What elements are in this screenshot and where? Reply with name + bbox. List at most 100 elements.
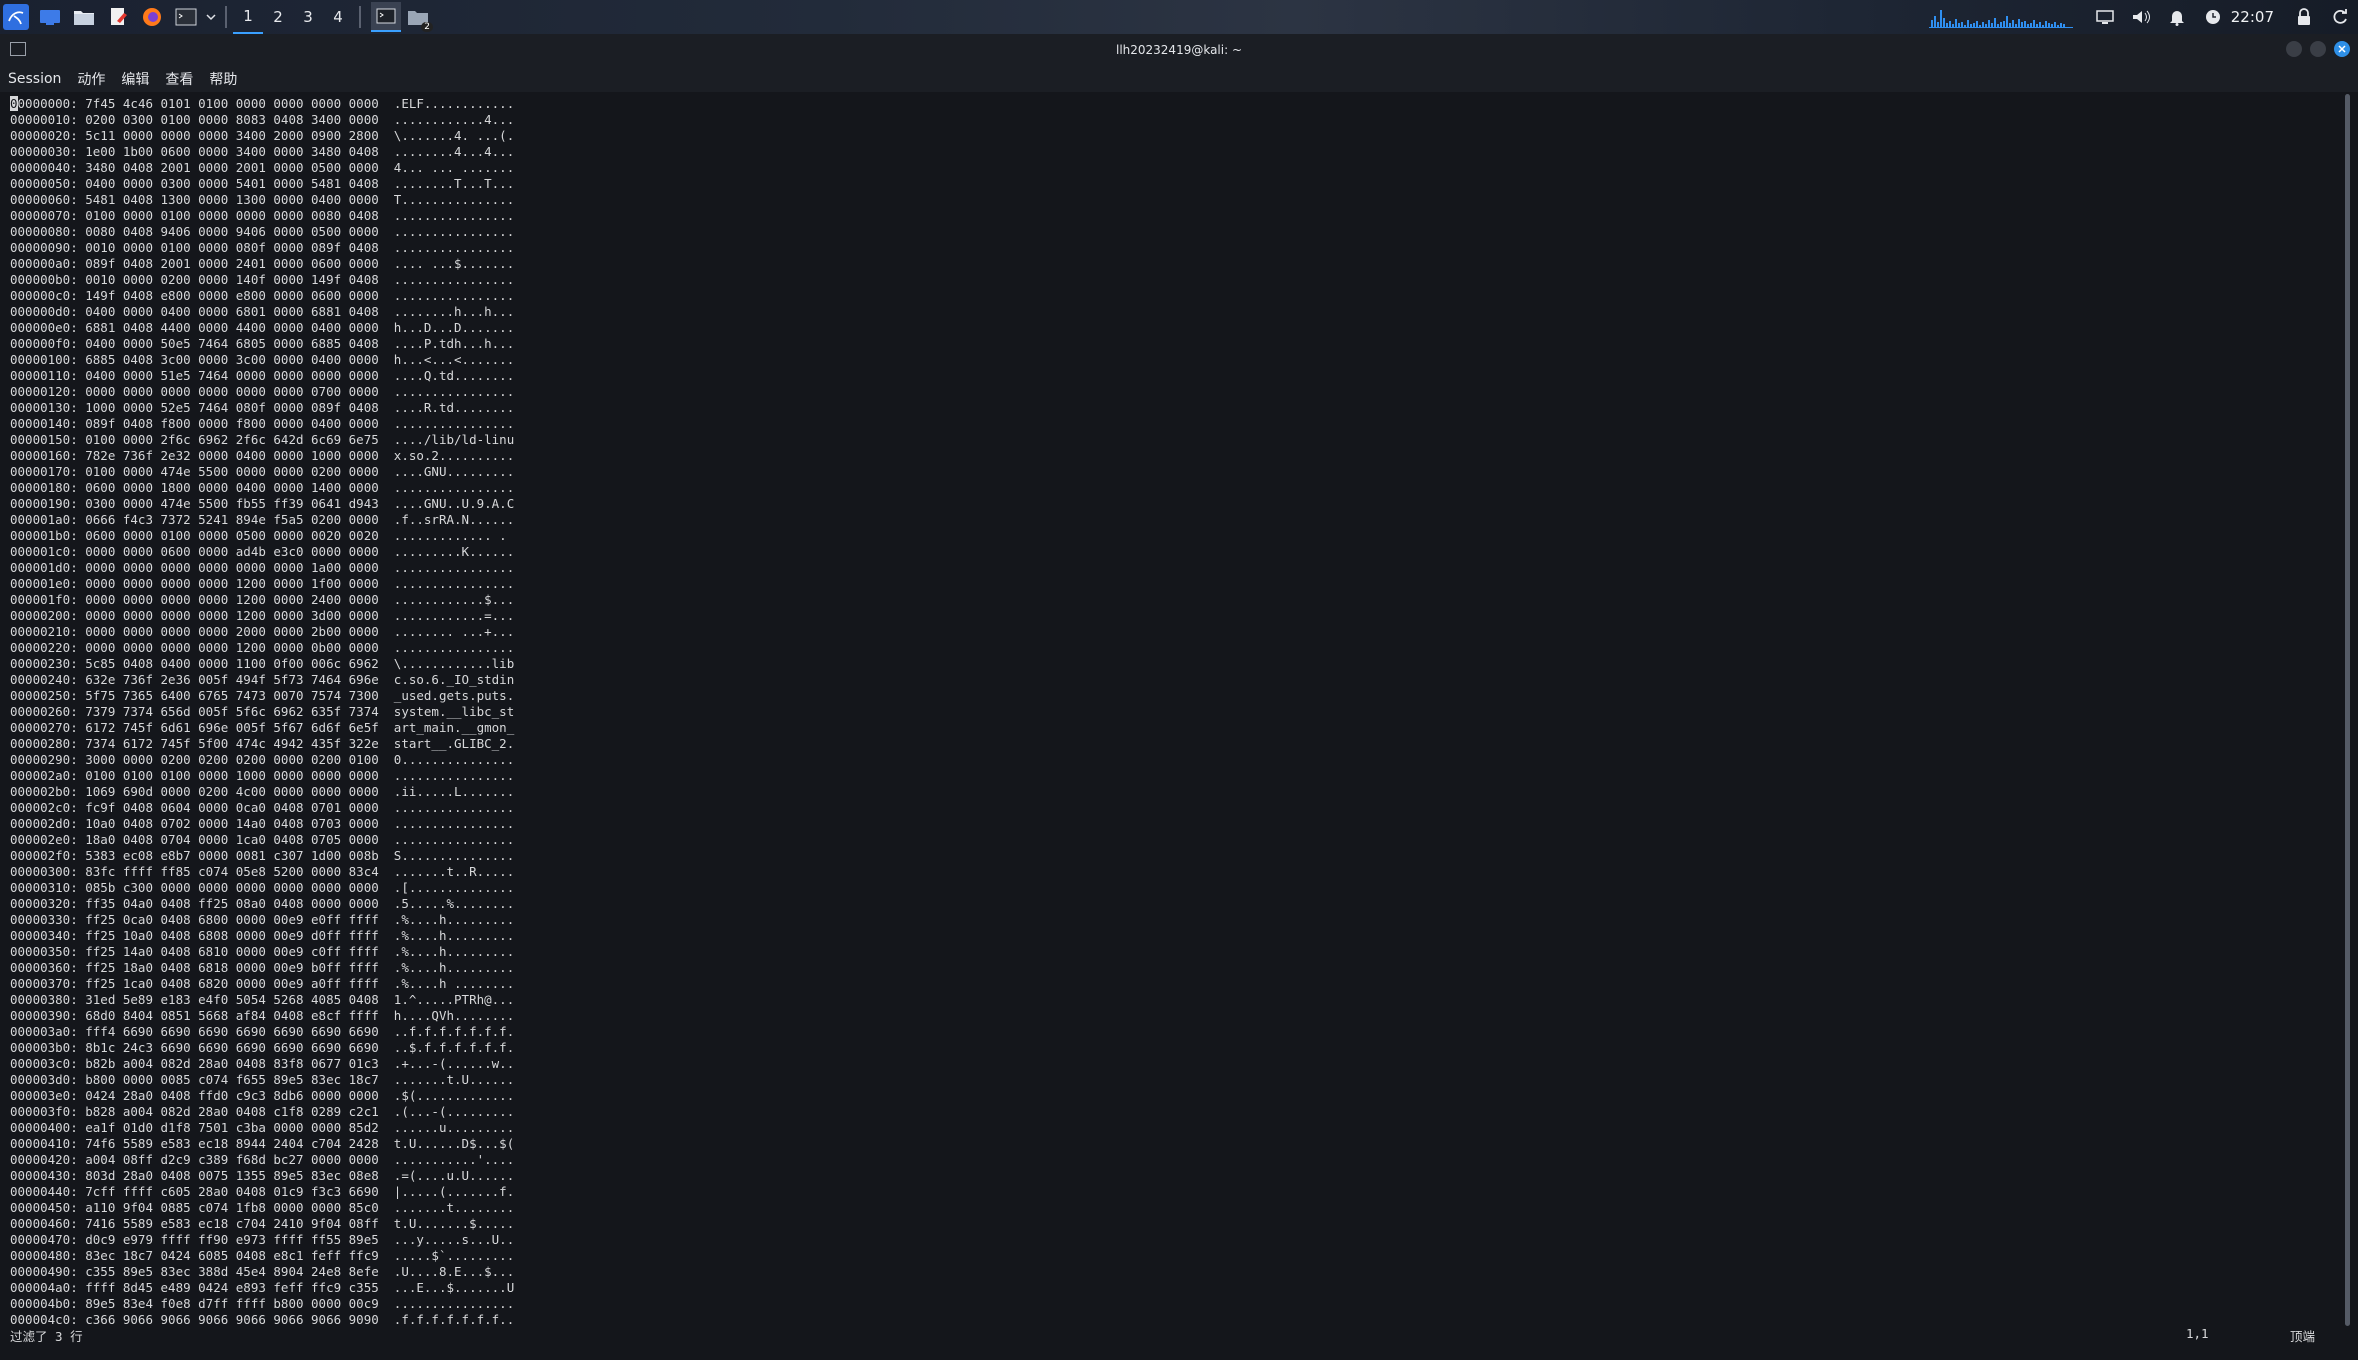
menu-bar: Session 动作 编辑 查看 帮助 [0, 66, 2358, 92]
hexdump-line: 000002f0: 5383 ec08 e8b7 0000 0081 c307 … [10, 848, 515, 863]
hexdump-line: 00000380: 31ed 5e89 e183 e4f0 5054 5268 … [10, 992, 515, 1007]
workspace-3[interactable]: 3 [293, 0, 323, 34]
lock-icon[interactable] [2292, 5, 2316, 29]
hexdump-line: 000000e0: 6881 0408 4400 0000 4400 0000 … [10, 320, 515, 335]
hexdump-line: 000002e0: 18a0 0408 0704 0000 1ca0 0408 … [10, 832, 515, 847]
hexdump-line: 00000400: ea1f 01d0 d1f8 7501 c3ba 0000 … [10, 1120, 515, 1135]
close-button[interactable] [2334, 41, 2350, 57]
hexdump-line: 00000350: ff25 14a0 0408 6810 0000 00e9 … [10, 944, 515, 959]
menu-edit[interactable]: 编辑 [121, 69, 149, 89]
hexdump-line: 00000140: 089f 0408 f800 0000 f800 0000 … [10, 416, 515, 431]
kali-menu-icon[interactable] [3, 4, 29, 30]
hexdump-line: 00000290: 3000 0000 0200 0200 0200 0000 … [10, 752, 515, 767]
terminal-area[interactable]: 00000000: 7f45 4c46 0101 0100 0000 0000 … [0, 92, 2358, 1330]
hexdump-line: 00000390: 68d0 8404 0851 5668 af84 0408 … [10, 1008, 515, 1023]
hexdump-line: 00000480: 83ec 18c7 0424 6085 0408 e8c1 … [10, 1248, 515, 1263]
desktop-icon[interactable] [37, 4, 63, 30]
task-count-badge: 2 [421, 22, 433, 32]
hexdump-line: 000000b0: 0010 0000 0200 0000 140f 0000 … [10, 272, 515, 287]
hexdump-line: 00000180: 0600 0000 1800 0000 0400 0000 … [10, 480, 515, 495]
hexdump-line: 00000420: a004 08ff d2c9 c389 f68d bc27 … [10, 1152, 515, 1167]
hexdump-line: 000002a0: 0100 0100 0100 0000 1000 0000 … [10, 768, 515, 783]
hexdump-line: 000002b0: 1069 690d 0000 0200 4c00 0000 … [10, 784, 515, 799]
system-tray: 22:07 [1928, 0, 2358, 34]
hexdump-line: 000001d0: 0000 0000 0000 0000 0000 0000 … [10, 560, 515, 575]
hexdump-line: 00000130: 1000 0000 52e5 7464 080f 0000 … [10, 400, 515, 415]
hexdump-line: 00000470: d0c9 e979 ffff ff90 e973 ffff … [10, 1232, 515, 1247]
maximize-button[interactable] [2310, 41, 2326, 57]
hexdump-line: 00000490: c355 89e5 83ec 388d 45e4 8904 … [10, 1264, 515, 1279]
menu-session[interactable]: Session [8, 71, 61, 87]
hexdump-line: 00000230: 5c85 0408 0400 0000 1100 0f00 … [10, 656, 515, 671]
window-icon[interactable] [10, 42, 26, 56]
hexdump-line: 00000090: 0010 0000 0100 0000 080f 0000 … [10, 240, 515, 255]
vim-status-line: 过滤了 3 行 1,1 顶端 [0, 1323, 2358, 1345]
task-terminal-button[interactable] [371, 2, 401, 32]
hexdump-line: 000001b0: 0600 0000 0100 0000 0500 0000 … [10, 528, 515, 543]
workspace-4[interactable]: 4 [323, 0, 353, 34]
clock-icon [2201, 5, 2225, 29]
menu-view[interactable]: 查看 [165, 69, 193, 89]
hexdump-line: 00000150: 0100 0000 2f6c 6962 2f6c 642d … [10, 432, 515, 447]
hexdump-line: 000004b0: 89e5 83e4 f0e8 d7ff ffff b800 … [10, 1296, 515, 1311]
hexdump-line: 00000160: 782e 736f 2e32 0000 0400 0000 … [10, 448, 515, 463]
hexdump-output: 00000000: 7f45 4c46 0101 0100 0000 0000 … [10, 96, 514, 1328]
notification-bell-icon[interactable] [2165, 5, 2189, 29]
hexdump-line: 00000200: 0000 0000 0000 0000 1200 0000 … [10, 608, 515, 623]
volume-icon[interactable] [2129, 5, 2153, 29]
hexdump-line: 000002d0: 10a0 0408 0702 0000 14a0 0408 … [10, 816, 515, 831]
hexdump-line: 000003c0: b82b a004 082d 28a0 0408 83f8 … [10, 1056, 515, 1071]
task-files-button[interactable]: 2 [405, 4, 433, 32]
text-cursor: 0 [10, 96, 18, 111]
terminal-launcher-icon[interactable] [173, 4, 199, 30]
taskbar-separator [225, 6, 227, 28]
menu-actions[interactable]: 动作 [77, 69, 105, 89]
power-refresh-icon[interactable] [2328, 5, 2352, 29]
display-icon[interactable] [2093, 5, 2117, 29]
hexdump-line: 000000d0: 0400 0000 0400 0000 6801 0000 … [10, 304, 515, 319]
hexdump-line: 00000170: 0100 0000 474e 5500 0000 0000 … [10, 464, 515, 479]
hexdump-line: 00000030: 1e00 1b00 0600 0000 3400 0000 … [10, 144, 515, 159]
hexdump-line: 00000010: 0200 0300 0100 0000 8083 0408 … [10, 112, 515, 127]
hexdump-line: 00000080: 0080 0408 9406 0000 9406 0000 … [10, 224, 515, 239]
hexdump-line: 00000070: 0100 0000 0100 0000 0000 0000 … [10, 208, 515, 223]
hexdump-line: 000001a0: 0666 f4c3 7372 5241 894e f5a5 … [10, 512, 515, 527]
hexdump-line: 00000210: 0000 0000 0000 0000 2000 0000 … [10, 624, 515, 639]
hexdump-line: 00000120: 0000 0000 0000 0000 0000 0000 … [10, 384, 515, 399]
clock-time[interactable]: 22:07 [2231, 8, 2274, 26]
window-controls [2286, 41, 2350, 57]
taskbar-separator [359, 6, 361, 28]
hexdump-line: 00000040: 3480 0408 2001 0000 2001 0000 … [10, 160, 515, 175]
workspace-1[interactable]: 1 [233, 0, 263, 34]
hexdump-line: 00000450: a110 9f04 0885 c074 1fb8 0000 … [10, 1200, 515, 1215]
scrollbar[interactable] [2345, 94, 2350, 1326]
window-titlebar[interactable]: llh20232419@kali: ~ [0, 34, 2358, 66]
close-icon [2338, 45, 2346, 53]
hexdump-line: 00000410: 74f6 5589 e583 ec18 8944 2404 … [10, 1136, 515, 1151]
chevron-down-icon[interactable] [205, 4, 217, 30]
hexdump-line: 00000340: ff25 10a0 0408 6808 0000 00e9 … [10, 928, 515, 943]
firefox-icon[interactable] [139, 4, 165, 30]
hexdump-line: 00000430: 803d 28a0 0408 0075 1355 89e5 … [10, 1168, 515, 1183]
text-editor-icon[interactable] [105, 4, 131, 30]
workspace-2[interactable]: 2 [263, 0, 293, 34]
hexdump-line: 000003b0: 8b1c 24c3 6690 6690 6690 6690 … [10, 1040, 515, 1055]
file-manager-icon[interactable] [71, 4, 97, 30]
window-bottom-edge [0, 1345, 2358, 1360]
taskbar: 1 2 3 4 2 22:07 [0, 0, 2358, 34]
hexdump-line: 000001e0: 0000 0000 0000 0000 1200 0000 … [10, 576, 515, 591]
cpu-graph[interactable] [1928, 6, 2073, 28]
hexdump-line: 000003f0: b828 a004 082d 28a0 0408 c1f8 … [10, 1104, 515, 1119]
window-title: llh20232419@kali: ~ [1115, 43, 1243, 57]
hexdump-line: 00000440: 7cff ffff c605 28a0 0408 01c9 … [10, 1184, 515, 1199]
hexdump-line: 000000f0: 0400 0000 50e5 7464 6805 0000 … [10, 336, 515, 351]
menu-help[interactable]: 帮助 [209, 69, 237, 89]
hexdump-line: 00000270: 6172 745f 6d61 696e 005f 5f67 … [10, 720, 515, 735]
taskbar-left: 1 2 3 4 2 [0, 0, 435, 34]
minimize-button[interactable] [2286, 41, 2302, 57]
hexdump-line: 00000330: ff25 0ca0 0408 6800 0000 00e9 … [10, 912, 515, 927]
hexdump-line: 00000260: 7379 7374 656d 005f 5f6c 6962 … [10, 704, 515, 719]
hexdump-line: 000003e0: 0424 28a0 0408 ffd0 c9c3 8db6 … [10, 1088, 515, 1103]
hexdump-line: 00000250: 5f75 7365 6400 6765 7473 0070 … [10, 688, 515, 703]
hexdump-line: 00000360: ff25 18a0 0408 6818 0000 00e9 … [10, 960, 515, 975]
